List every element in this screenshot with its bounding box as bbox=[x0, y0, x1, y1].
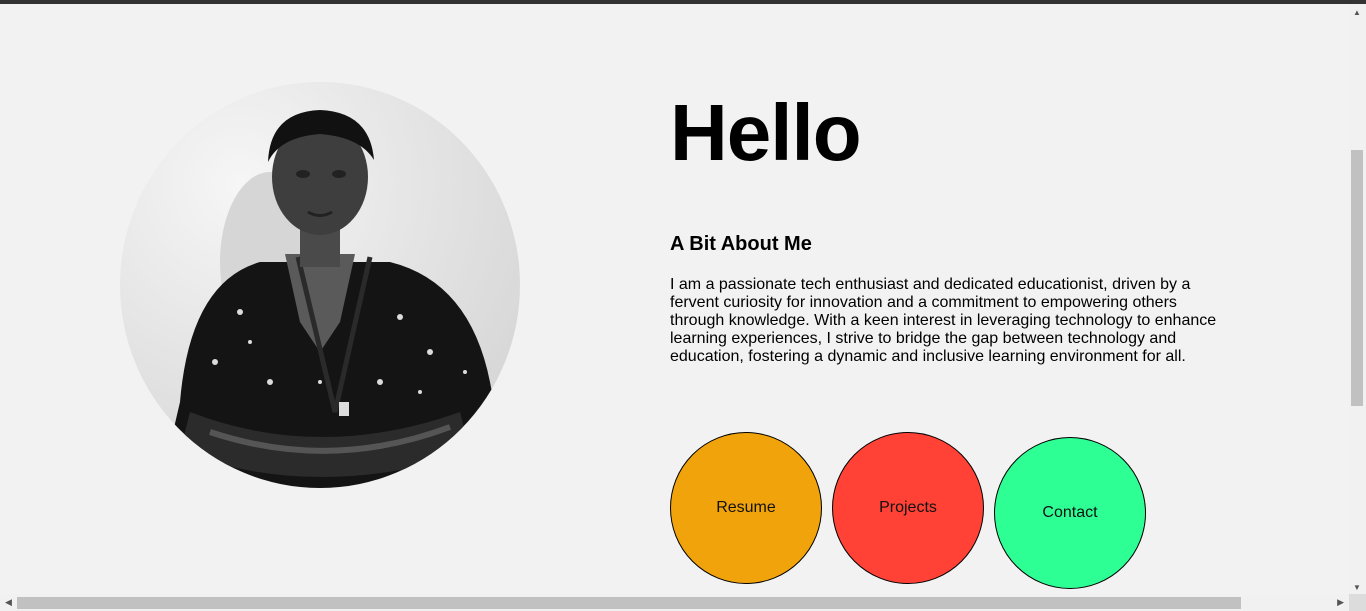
scroll-up-arrow-icon[interactable]: ▲ bbox=[1353, 8, 1361, 17]
about-paragraph: I am a passionate tech enthusiast and de… bbox=[670, 276, 1217, 365]
vertical-scrollbar[interactable]: ▲ ▼ bbox=[1349, 4, 1366, 594]
contact-button[interactable]: Contact bbox=[994, 437, 1146, 589]
scrollbar-corner bbox=[1349, 594, 1366, 611]
profile-photo-illustration bbox=[160, 110, 510, 488]
scroll-left-arrow-icon[interactable]: ◀ bbox=[5, 597, 12, 608]
scroll-right-arrow-icon[interactable]: ▶ bbox=[1337, 597, 1344, 608]
top-border bbox=[0, 0, 1366, 4]
profile-photo bbox=[120, 82, 520, 488]
horizontal-scrollbar-thumb[interactable] bbox=[17, 597, 1241, 609]
resume-button-label: Resume bbox=[716, 499, 776, 516]
greeting-heading: Hello bbox=[670, 88, 862, 177]
contact-button-label: Contact bbox=[1042, 504, 1098, 521]
scroll-down-arrow-icon[interactable]: ▼ bbox=[1353, 583, 1361, 592]
about-heading: A Bit About Me bbox=[670, 233, 812, 255]
resume-button[interactable]: Resume bbox=[670, 432, 822, 584]
projects-button-label: Projects bbox=[879, 499, 937, 516]
horizontal-scrollbar[interactable]: ◀ ▶ bbox=[0, 594, 1349, 611]
projects-button[interactable]: Projects bbox=[832, 432, 984, 584]
vertical-scrollbar-thumb[interactable] bbox=[1351, 150, 1363, 406]
